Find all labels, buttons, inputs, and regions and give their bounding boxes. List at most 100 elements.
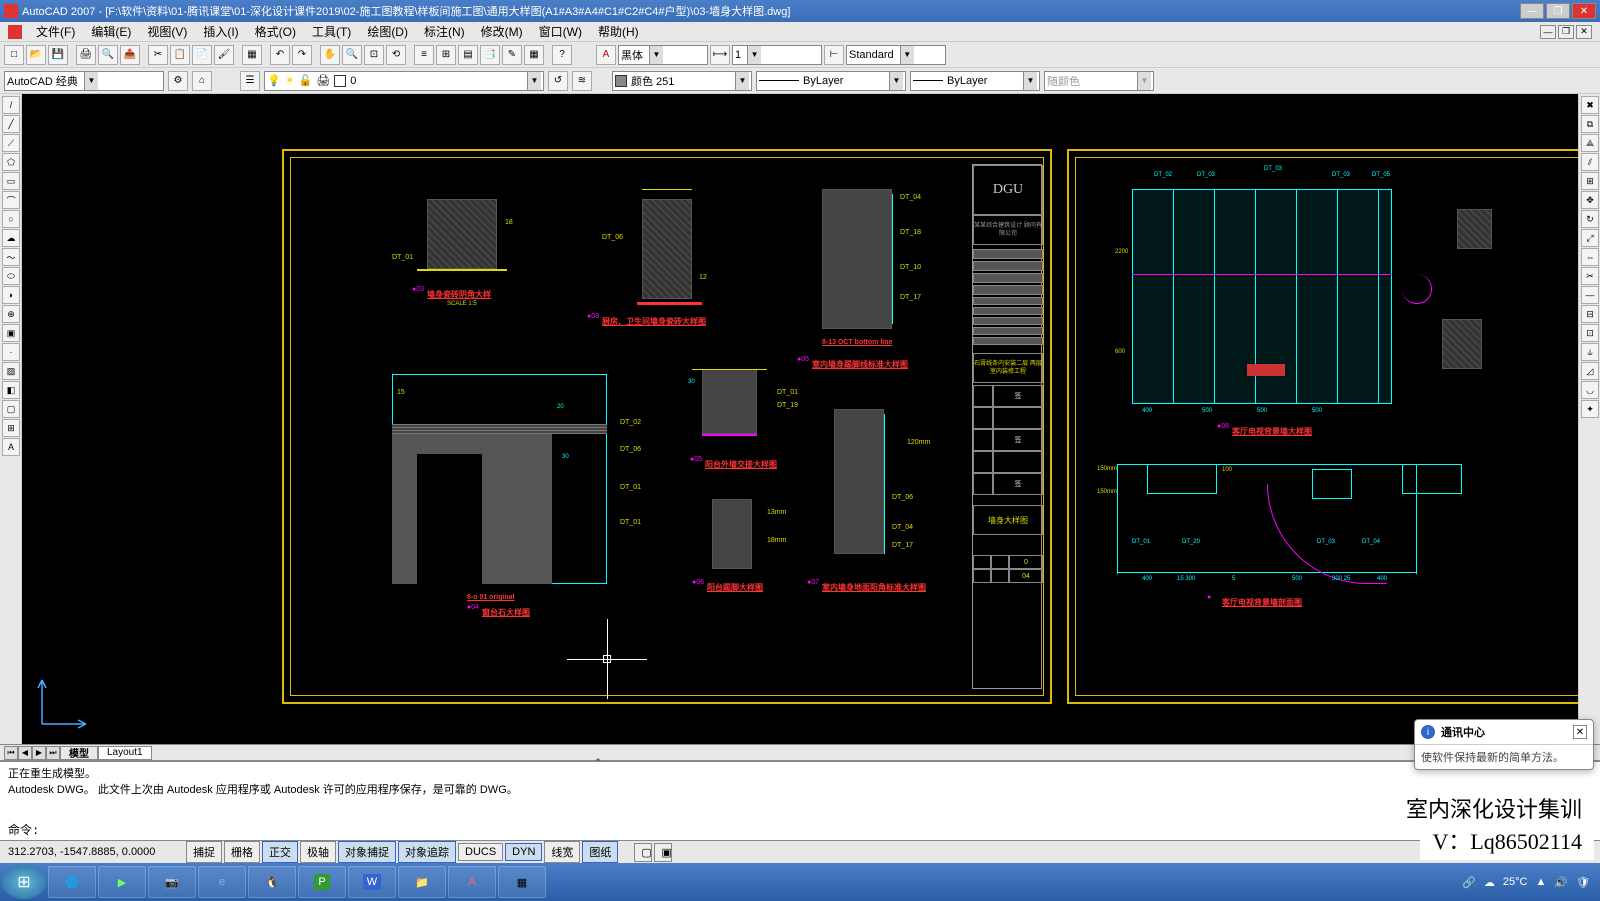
extend-tool[interactable]: — xyxy=(1581,286,1599,304)
menu-edit[interactable]: 编辑(E) xyxy=(85,21,137,42)
tstyle-icon[interactable]: A xyxy=(596,45,616,65)
mirror-tool[interactable]: ⟁ xyxy=(1581,134,1599,152)
layer-prev-button[interactable]: ↺ xyxy=(548,71,568,91)
copy-button[interactable]: 📋 xyxy=(170,45,190,65)
new-button[interactable]: □ xyxy=(4,45,24,65)
color-select[interactable]: 颜色 251 ▼ xyxy=(612,71,752,91)
trim-tool[interactable]: ✂ xyxy=(1581,267,1599,285)
task-project[interactable]: P xyxy=(298,866,346,898)
tool-palette-button[interactable]: ▤ xyxy=(458,45,478,65)
publish-button[interactable]: 📤 xyxy=(120,45,140,65)
doc-close-button[interactable]: ✕ xyxy=(1576,25,1592,39)
tab-next-button[interactable]: ▶ xyxy=(32,746,46,760)
insert-block-tool[interactable]: ⊕ xyxy=(2,305,20,323)
line-tool[interactable]: / xyxy=(2,96,20,114)
pline-tool[interactable]: ⟋ xyxy=(2,134,20,152)
revcloud-tool[interactable]: ☁ xyxy=(2,229,20,247)
move-tool[interactable]: ✥ xyxy=(1581,191,1599,209)
block-editor-button[interactable]: ▦ xyxy=(242,45,262,65)
rotate-tool[interactable]: ↻ xyxy=(1581,210,1599,228)
dim-style-select[interactable]: Standard ▼ xyxy=(846,45,946,65)
fillet-tool[interactable]: ◡ xyxy=(1581,381,1599,399)
workspace-select[interactable]: AutoCAD 经典 ▼ xyxy=(4,71,164,91)
tray-icon[interactable]: 🛡 xyxy=(1576,876,1590,889)
menu-help[interactable]: 帮助(H) xyxy=(592,21,645,42)
dim-scale-select[interactable]: 1 ▼ xyxy=(732,45,822,65)
match-prop-button[interactable]: 🖌 xyxy=(214,45,234,65)
cut-button[interactable]: ✂ xyxy=(148,45,168,65)
maximize-vp-button[interactable]: ▣ xyxy=(654,843,672,862)
minimize-button[interactable]: — xyxy=(1520,3,1544,19)
dyn-toggle[interactable]: DYN xyxy=(505,843,542,861)
save-button[interactable]: 💾 xyxy=(48,45,68,65)
tab-prev-button[interactable]: ◀ xyxy=(18,746,32,760)
linetype-select[interactable]: ByLayer ▼ xyxy=(756,71,906,91)
scale-tool[interactable]: ⤢ xyxy=(1581,229,1599,247)
menu-modify[interactable]: 修改(M) xyxy=(475,21,529,42)
spline-tool[interactable]: 〜 xyxy=(2,248,20,266)
paper-toggle[interactable]: 图纸 xyxy=(582,841,618,863)
ducs-toggle[interactable]: DUCS xyxy=(458,843,503,861)
command-window[interactable]: 正在重生成模型。 Autodesk DWG。 此文件上次由 Autodesk 应… xyxy=(0,761,1600,841)
menu-format[interactable]: 格式(O) xyxy=(249,21,302,42)
layer-state-button[interactable]: ≋ xyxy=(572,71,592,91)
task-chrome[interactable]: 🌐 xyxy=(48,866,96,898)
table-tool[interactable]: ⊞ xyxy=(2,419,20,437)
workspace-save-button[interactable]: ⌂ xyxy=(192,71,212,91)
ellipse-arc-tool[interactable]: ◗ xyxy=(2,286,20,304)
tab-model[interactable]: 模型 xyxy=(60,746,98,760)
undo-button[interactable]: ↶ xyxy=(270,45,290,65)
tray-icon[interactable]: 🔊 xyxy=(1554,876,1568,889)
osnap-toggle[interactable]: 对象捕捉 xyxy=(338,841,396,863)
hatch-tool[interactable]: ▨ xyxy=(2,362,20,380)
close-button[interactable]: ✕ xyxy=(1572,3,1596,19)
polar-toggle[interactable]: 极轴 xyxy=(300,841,336,863)
help-button[interactable]: ? xyxy=(552,45,572,65)
properties-button[interactable]: ≡ xyxy=(414,45,434,65)
xline-tool[interactable]: ╱ xyxy=(2,115,20,133)
polygon-tool[interactable]: ⬠ xyxy=(2,153,20,171)
menu-tools[interactable]: 工具(T) xyxy=(306,21,357,42)
paste-button[interactable]: 📄 xyxy=(192,45,212,65)
task-qq[interactable]: 🐧 xyxy=(248,866,296,898)
task-autocad[interactable]: A xyxy=(448,866,496,898)
menu-view[interactable]: 视图(V) xyxy=(141,21,193,42)
task-imaging[interactable]: 📷 xyxy=(148,866,196,898)
ellipse-tool[interactable]: ⬭ xyxy=(2,267,20,285)
stretch-tool[interactable]: ⇔ xyxy=(1581,248,1599,266)
break-tool[interactable]: ⊡ xyxy=(1581,324,1599,342)
menu-window[interactable]: 窗口(W) xyxy=(533,21,588,42)
tray-weather-icon[interactable]: ☁ xyxy=(1484,876,1495,889)
sheet-set-button[interactable]: 📑 xyxy=(480,45,500,65)
point-tool[interactable]: · xyxy=(2,343,20,361)
region-tool[interactable]: ▢ xyxy=(2,400,20,418)
rectangle-tool[interactable]: ▭ xyxy=(2,172,20,190)
mtext-tool[interactable]: A xyxy=(2,438,20,456)
layer-manager-button[interactable]: ☰ xyxy=(240,71,260,91)
circle-tool[interactable]: ○ xyxy=(2,210,20,228)
zoom-prev-button[interactable]: ⟲ xyxy=(386,45,406,65)
otrack-toggle[interactable]: 对象追踪 xyxy=(398,841,456,863)
menu-dimension[interactable]: 标注(N) xyxy=(418,21,471,42)
menu-insert[interactable]: 插入(I) xyxy=(197,21,244,42)
tray-net-icon[interactable]: 🔗 xyxy=(1462,876,1476,889)
plotstyle-select[interactable]: 随颜色 ▼ xyxy=(1044,71,1154,91)
task-word[interactable]: W xyxy=(348,866,396,898)
markup-button[interactable]: ✎ xyxy=(502,45,522,65)
open-button[interactable]: 📂 xyxy=(26,45,46,65)
print-button[interactable]: 🖨 xyxy=(76,45,96,65)
maximize-button[interactable]: ❐ xyxy=(1546,3,1570,19)
zoom-rt-button[interactable]: 🔍 xyxy=(342,45,362,65)
comm-center-close[interactable]: ✕ xyxy=(1573,725,1587,739)
system-tray[interactable]: 🔗 ☁ 25°C ▲ 🔊 🛡 xyxy=(1462,876,1598,889)
task-app[interactable]: ▦ xyxy=(498,866,546,898)
tab-last-button[interactable]: ⏭ xyxy=(46,746,60,760)
pan-button[interactable]: ✋ xyxy=(320,45,340,65)
dim-icon[interactable]: ⟼ xyxy=(710,45,730,65)
explode-tool[interactable]: ✦ xyxy=(1581,400,1599,418)
offset-tool[interactable]: ⫽ xyxy=(1581,153,1599,171)
calc-button[interactable]: ▦ xyxy=(524,45,544,65)
dimstyle-icon[interactable]: ⊢ xyxy=(824,45,844,65)
join-tool[interactable]: ⫝ xyxy=(1581,343,1599,361)
layer-select[interactable]: 💡☀🔓🖨 0 ▼ xyxy=(264,71,544,91)
